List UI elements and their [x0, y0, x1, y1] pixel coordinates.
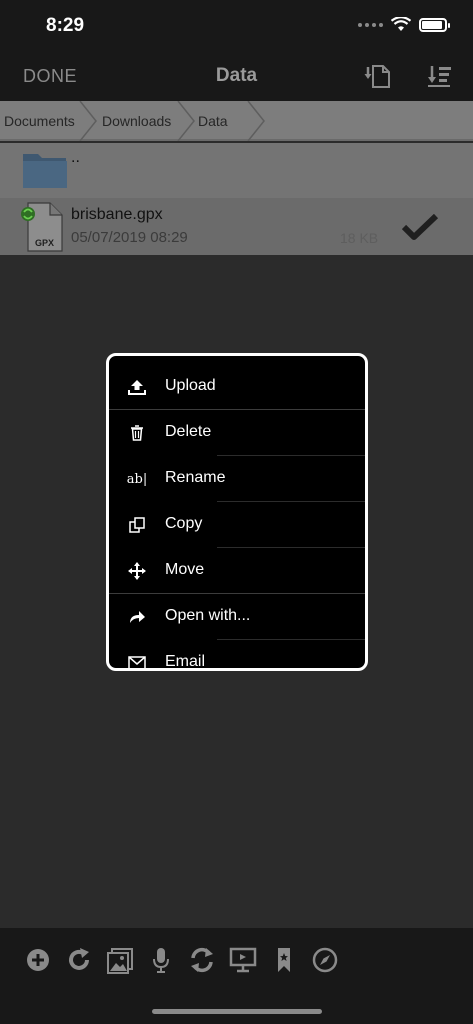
parent-folder-label: ..: [71, 149, 80, 166]
email-icon: [126, 653, 148, 668]
gpx-file-icon: GPX: [21, 202, 63, 252]
rename-icon: ab|: [126, 471, 148, 487]
menu-item-label: Email: [165, 653, 206, 670]
move-icon: [126, 561, 148, 581]
file-actions-menu: Upload Delete ab| Rename Copy Move Open …: [106, 353, 368, 671]
menu-item-label: Rename: [165, 469, 226, 486]
signal-icon: [358, 22, 383, 27]
gpx-type-label: GPX: [35, 238, 54, 248]
file-size: 18 KB: [340, 230, 379, 246]
breadcrumb-chevron-icon: [177, 101, 195, 141]
navigation-bar: DONE Data: [0, 52, 473, 101]
display-icon[interactable]: [229, 946, 257, 974]
menu-item-label: Open with...: [165, 607, 251, 624]
menu-item-label: Delete: [165, 423, 212, 440]
menu-item-email[interactable]: Email: [109, 640, 365, 670]
compass-icon[interactable]: [311, 946, 339, 974]
list-item-file[interactable]: GPX brisbane.gpx 05/07/2019 08:29 18 KB: [0, 198, 473, 255]
upload-icon: [126, 377, 148, 397]
copy-icon: [126, 515, 148, 535]
refresh-icon[interactable]: [65, 946, 93, 974]
status-bar: 8:29: [0, 0, 473, 52]
breadcrumb-chevron-icon: [79, 101, 97, 141]
home-indicator: [152, 1009, 322, 1014]
checkmark-icon: [402, 214, 438, 240]
add-icon[interactable]: [24, 946, 52, 974]
breadcrumb-documents[interactable]: Documents: [4, 101, 75, 141]
battery-icon: [419, 17, 450, 32]
status-icons: [358, 17, 450, 32]
menu-item-label: Copy: [165, 515, 203, 532]
breadcrumb: Documents Downloads Data: [0, 101, 473, 141]
file-date: 05/07/2019 08:29: [71, 229, 188, 246]
breadcrumb-downloads[interactable]: Downloads: [102, 101, 171, 141]
trash-icon: [126, 423, 148, 443]
menu-item-open-with[interactable]: Open with...: [109, 594, 365, 640]
menu-item-delete[interactable]: Delete: [109, 410, 365, 456]
menu-item-move[interactable]: Move: [109, 548, 365, 594]
document-import-icon[interactable]: [363, 63, 391, 89]
wifi-icon: [391, 17, 411, 31]
menu-item-rename[interactable]: ab| Rename: [109, 456, 365, 502]
bookmark-icon[interactable]: [270, 946, 298, 974]
file-name: brisbane.gpx: [71, 206, 163, 223]
folder-icon: [23, 154, 67, 188]
menu-item-upload[interactable]: Upload: [109, 364, 365, 410]
menu-item-label: Move: [165, 561, 205, 578]
page-title: Data: [215, 65, 258, 86]
share-arrow-icon: [126, 607, 148, 627]
microphone-icon[interactable]: [147, 946, 175, 974]
breadcrumb-chevron-icon: [247, 101, 265, 141]
breadcrumb-data[interactable]: Data: [198, 101, 228, 141]
photo-icon[interactable]: [106, 946, 134, 974]
sort-icon[interactable]: [426, 63, 454, 89]
status-time: 8:29: [46, 15, 85, 36]
screen: 8:29 DONE Data Documents Downloads Data …: [0, 0, 473, 1024]
list-item-parent-folder[interactable]: ..: [0, 143, 473, 198]
menu-item-copy[interactable]: Copy: [109, 502, 365, 548]
sync-icon[interactable]: [188, 946, 216, 974]
menu-item-label: Upload: [165, 377, 216, 394]
